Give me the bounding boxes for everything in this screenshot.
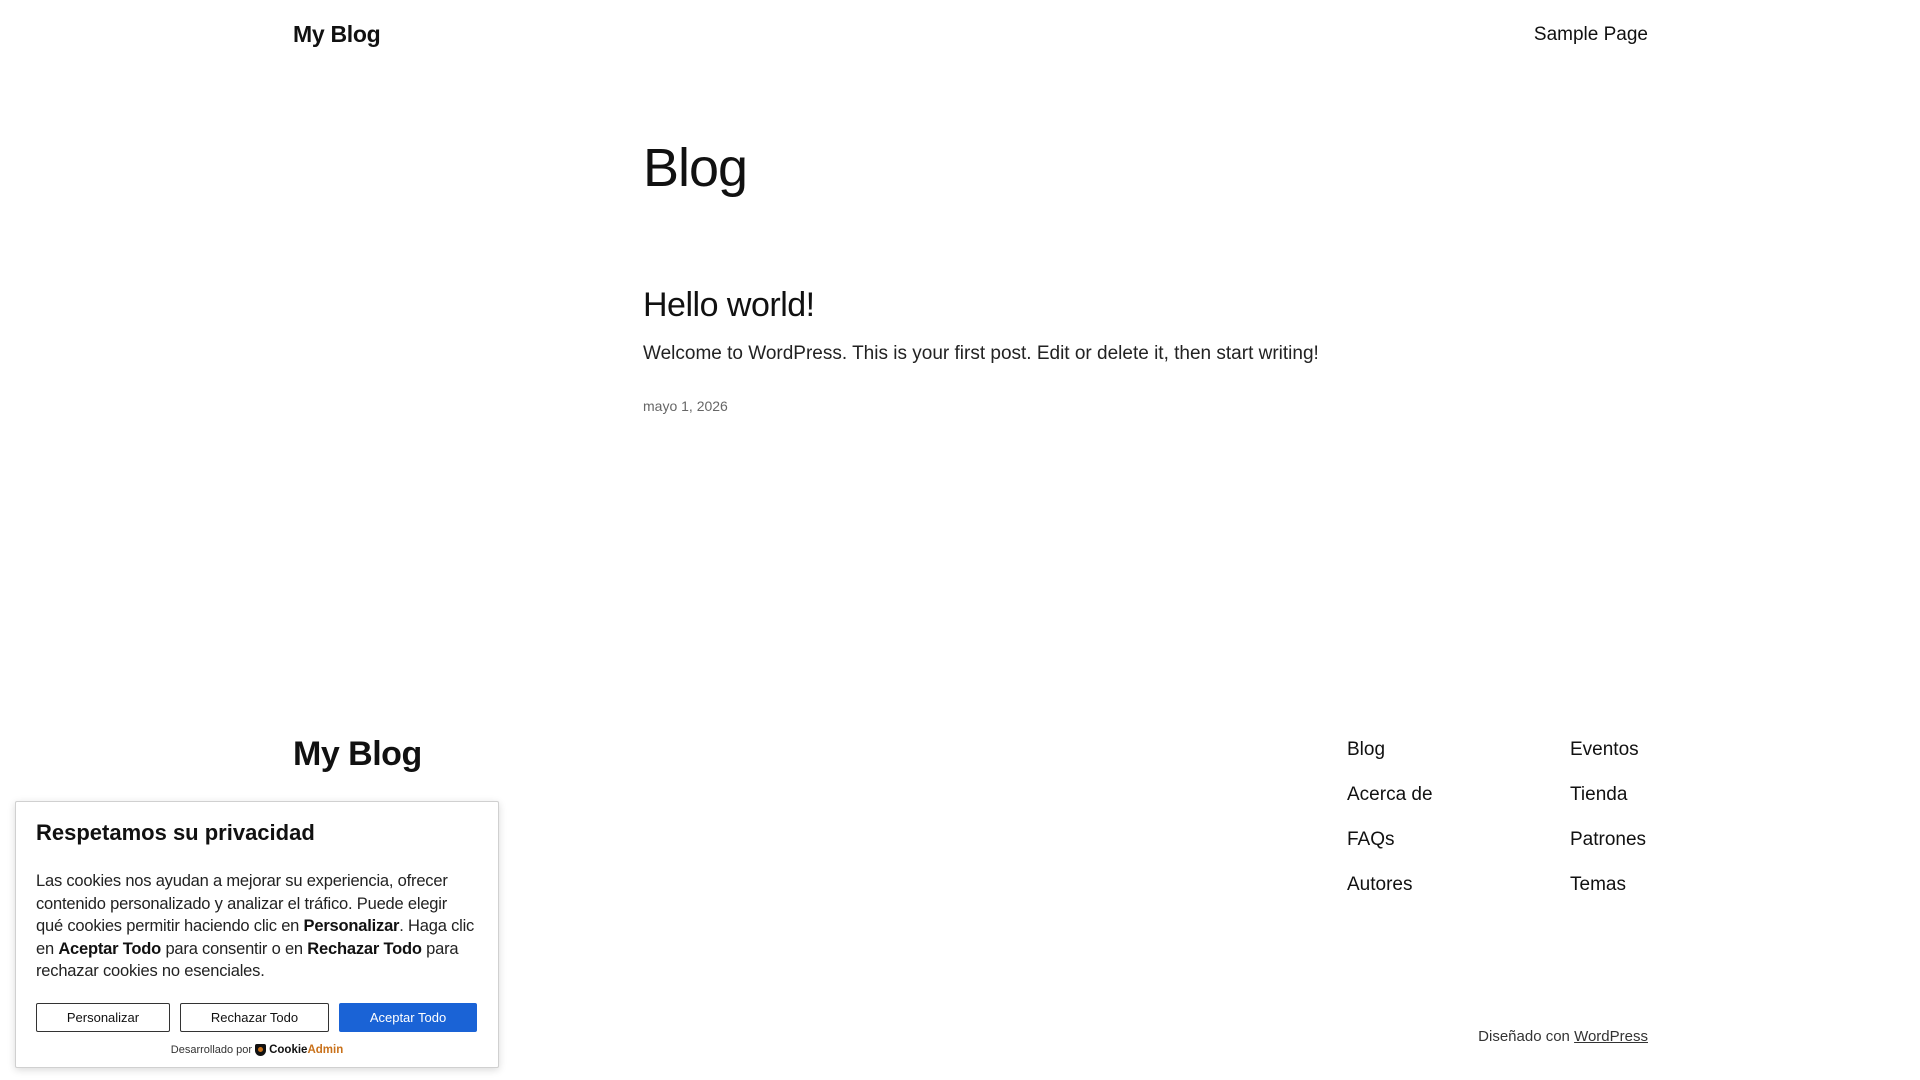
cookieadmin-shield-icon: [255, 1043, 267, 1056]
post-title[interactable]: Hello world!: [643, 286, 815, 325]
footer-link-acerca-de[interactable]: Acerca de: [1347, 783, 1433, 828]
customize-button[interactable]: Personalizar: [36, 1002, 170, 1032]
footer-link-temas[interactable]: Temas: [1570, 873, 1646, 918]
post-excerpt: Welcome to WordPress. This is your first…: [643, 343, 1319, 364]
footer-link-patrones[interactable]: Patrones: [1570, 828, 1646, 873]
cookie-text-3: para consentir o en: [161, 939, 308, 958]
footer-nav-col-1: Blog Acerca de FAQs Autores: [1347, 738, 1433, 918]
reject-all-button[interactable]: Rechazar Todo: [180, 1002, 329, 1032]
accept-all-button[interactable]: Aceptar Todo: [339, 1002, 477, 1032]
footer-nav-col-2: Eventos Tienda Patrones Temas: [1570, 738, 1646, 918]
cookieadmin-logo[interactable]: CookieAdmin: [269, 1044, 343, 1056]
footer-link-eventos[interactable]: Eventos: [1570, 738, 1646, 783]
powered-by-text: Desarrollado por: [170, 1043, 253, 1056]
cookie-bold-reject: Rechazar Todo: [307, 939, 422, 958]
cookie-bold-customize: Personalizar: [303, 917, 400, 935]
cookie-bold-accept: Aceptar Todo: [58, 939, 162, 958]
cookie-powered-by: Desarrollado por CookieAdmin: [36, 1043, 478, 1056]
footer-credit: Diseñado con WordPress: [1478, 1028, 1648, 1045]
page-title: Blog: [643, 138, 748, 198]
footer-link-autores[interactable]: Autores: [1347, 873, 1433, 918]
footer-site-title[interactable]: My Blog: [293, 735, 422, 774]
footer-link-faqs[interactable]: FAQs: [1347, 828, 1433, 873]
cookie-consent-dialog: Respetamos su privacidad Las cookies nos…: [15, 801, 499, 1068]
cookie-buttons: Personalizar Rechazar Todo Aceptar Todo: [36, 1002, 478, 1032]
site-title[interactable]: My Blog: [293, 21, 381, 48]
wordpress-link[interactable]: WordPress: [1574, 1028, 1648, 1045]
nav-sample-page[interactable]: Sample Page: [1534, 24, 1648, 46]
brand-part-1: Cookie: [269, 1043, 308, 1056]
cookie-title: Respetamos su privacidad: [36, 820, 315, 845]
credit-prefix: Diseñado con: [1478, 1028, 1570, 1045]
post-date: mayo 1, 2026: [643, 398, 728, 414]
footer-link-blog[interactable]: Blog: [1347, 738, 1433, 783]
footer-link-tienda[interactable]: Tienda: [1570, 783, 1646, 828]
cookie-description: Las cookies nos ayudan a mejorar su expe…: [36, 870, 478, 983]
brand-part-2: Admin: [307, 1043, 344, 1056]
